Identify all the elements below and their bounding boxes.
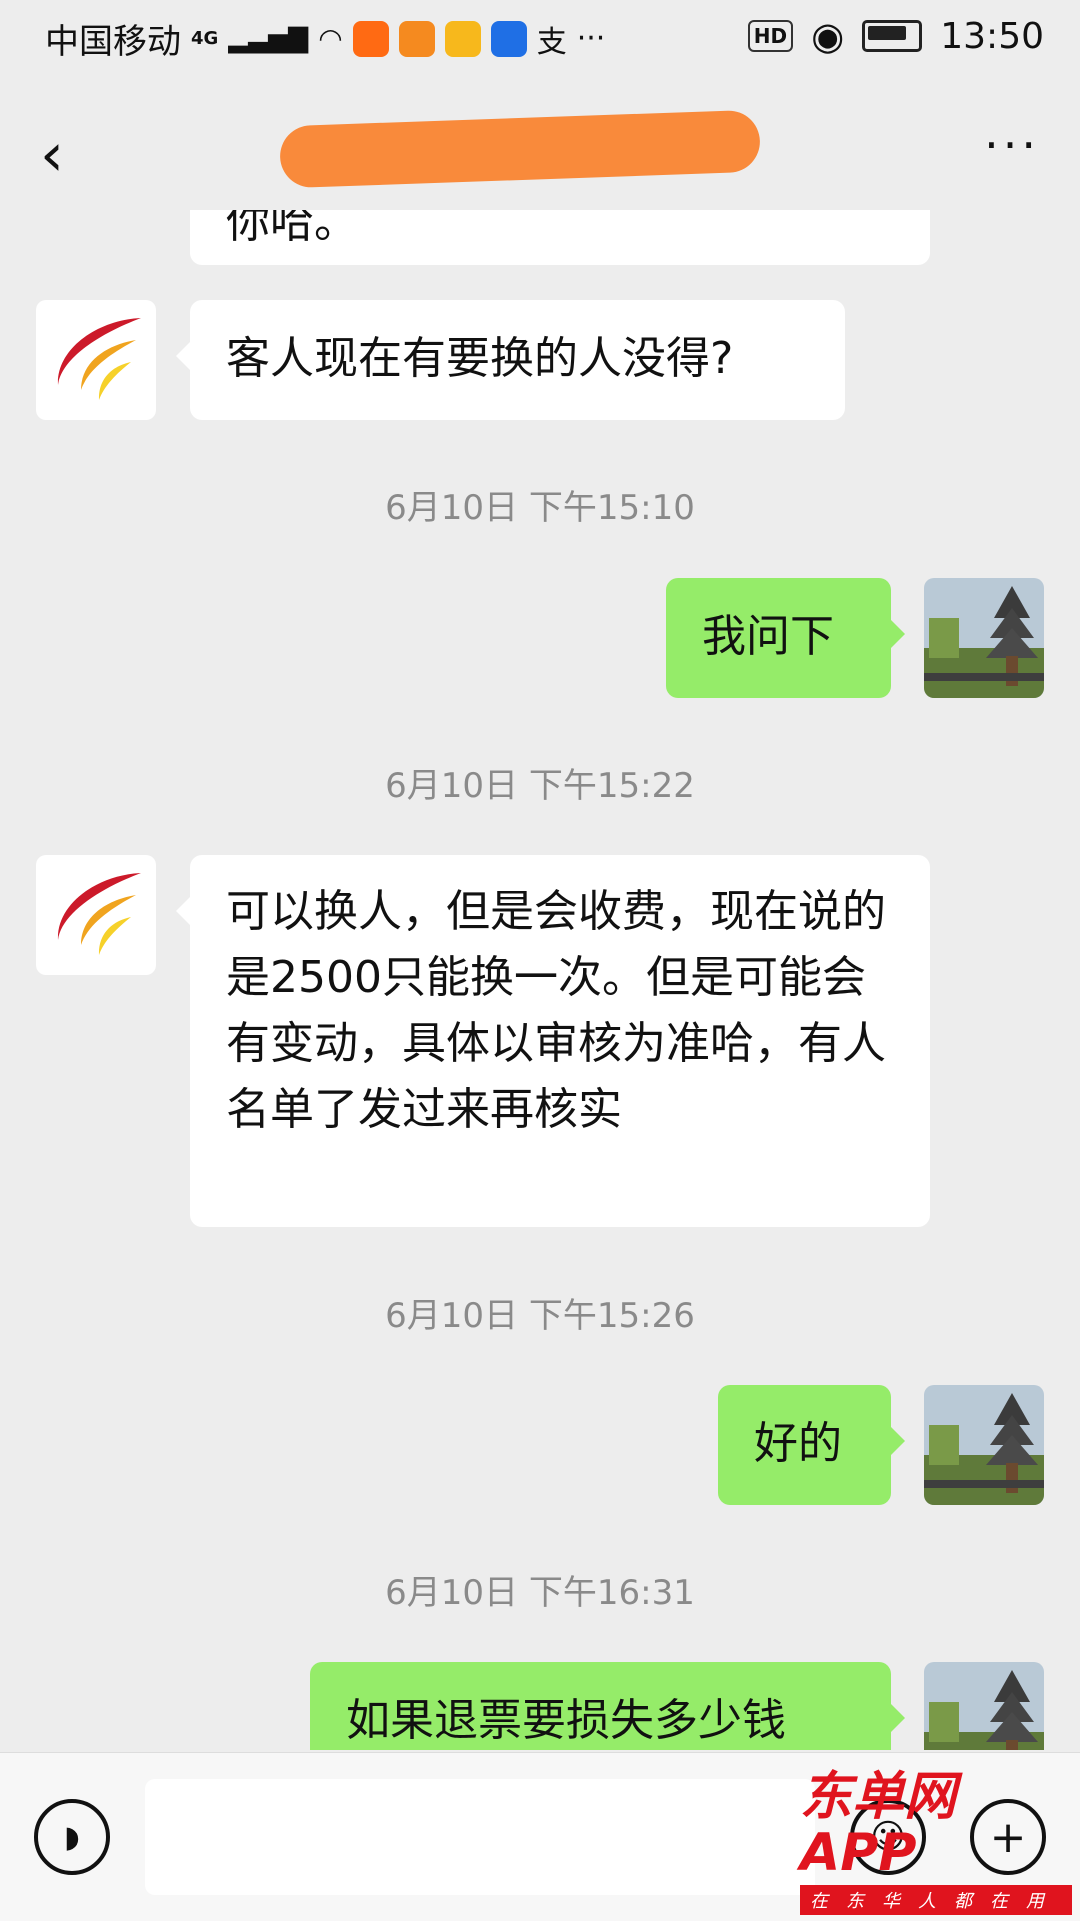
- message-input[interactable]: [145, 1779, 815, 1895]
- message-text: 我问下: [702, 611, 834, 662]
- battery-icon: [862, 20, 923, 52]
- message-text: 客人现在有要换的人没得?: [226, 333, 734, 384]
- message-bubble-incoming[interactable]: 客人现在有要换的人没得?: [176, 300, 845, 420]
- back-icon[interactable]: ‹: [40, 120, 64, 190]
- network-label: 4G: [191, 28, 219, 49]
- redacted-chat-title: [279, 109, 761, 189]
- timestamp: 6月10日 下午15:22: [385, 766, 695, 806]
- message-bubble-outgoing[interactable]: 好的: [718, 1385, 905, 1505]
- message-bubble-outgoing[interactable]: 如果退票要损失多少钱: [310, 1662, 905, 1750]
- timestamp: 6月10日 下午15:26: [385, 1296, 695, 1336]
- company-logo-icon: [57, 318, 141, 400]
- status-right: HD ◉ 13:50: [747, 14, 1044, 58]
- my-avatar[interactable]: [924, 1385, 1044, 1505]
- message-bubble-incoming[interactable]: 可以换人，但是会收费，现在说的是2500只能换一次。但是可能会有变动，具体以审核…: [176, 855, 930, 1227]
- eye-icon: ◉: [811, 14, 845, 58]
- company-logo-icon: [57, 873, 141, 955]
- alipay-icon: 支: [536, 24, 567, 60]
- carrier-label: 中国移动: [45, 22, 181, 62]
- my-avatar[interactable]: [924, 1662, 1044, 1750]
- watermark-brand: 东单网APP: [800, 1767, 957, 1883]
- video-icon: [398, 20, 435, 57]
- pagoda-avatar-icon: [924, 1662, 1044, 1750]
- contact-avatar[interactable]: [36, 300, 156, 420]
- message-bubble-outgoing[interactable]: 我问下: [666, 578, 905, 698]
- signal-icon: ▂▃▅▇: [228, 23, 309, 54]
- more-options-icon[interactable]: ···: [984, 118, 1040, 172]
- message-text: 如果退票要损失多少钱: [346, 1695, 786, 1746]
- contact-avatar[interactable]: [36, 855, 156, 975]
- input-bar: ◗ ☺ + 东单网APP 在东华人都在用: [0, 1752, 1080, 1921]
- status-left: 中国移动 4G ▂▃▅▇ ◠ 支 ···: [45, 14, 605, 63]
- message-text: 你哈。: [226, 210, 358, 248]
- taobao-icon: [352, 20, 389, 57]
- hd-badge: HD: [747, 20, 794, 52]
- voice-input-icon[interactable]: ◗: [34, 1799, 110, 1875]
- coffee-icon: [444, 20, 481, 57]
- wifi-icon: ◠: [318, 22, 343, 55]
- status-bar: 中国移动 4G ▂▃▅▇ ◠ 支 ··· HD ◉ 13:50: [0, 0, 1080, 80]
- clock: 13:50: [940, 15, 1044, 57]
- chat-header: ‹ ···: [0, 80, 1080, 210]
- message-text: 可以换人，但是会收费，现在说的是2500只能换一次。但是可能会有变动，具体以审核…: [226, 886, 886, 1135]
- bulb-icon: [490, 20, 527, 57]
- more-status-icon: ···: [576, 21, 606, 56]
- timestamp: 6月10日 下午16:31: [385, 1573, 695, 1613]
- watermark: 东单网APP 在东华人都在用: [800, 1769, 1072, 1915]
- message-list[interactable]: 你哈。 客人现在有要换的人没得? 6月10日 下午15:10 我问下 6月10日…: [0, 210, 1080, 1750]
- message-bubble-partial[interactable]: 你哈。: [190, 210, 930, 265]
- my-avatar[interactable]: [924, 578, 1044, 698]
- pagoda-avatar-icon: [924, 1385, 1044, 1505]
- watermark-slogan: 在东华人都在用: [800, 1885, 1072, 1915]
- message-text: 好的: [754, 1418, 842, 1469]
- pagoda-avatar-icon: [924, 578, 1044, 698]
- timestamp: 6月10日 下午15:10: [385, 488, 695, 528]
